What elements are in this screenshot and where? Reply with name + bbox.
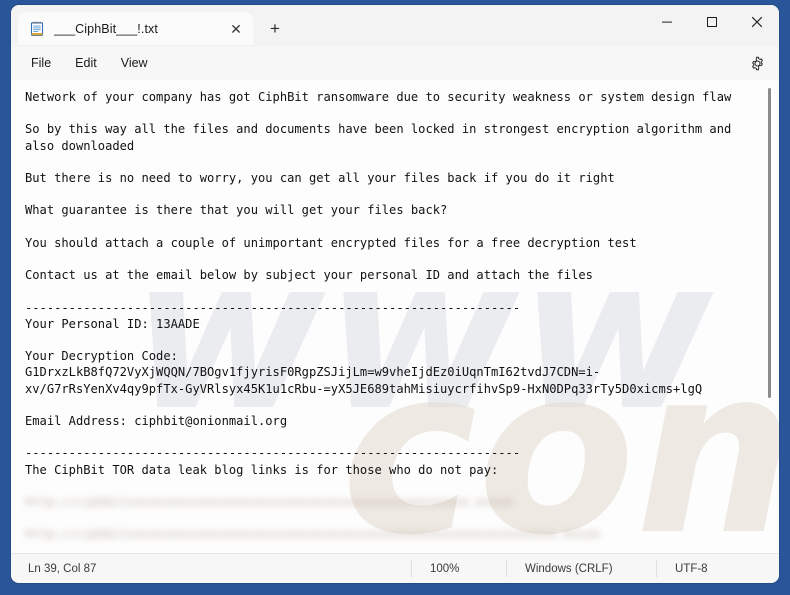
settings-button[interactable] — [744, 51, 770, 76]
menu-item-edit[interactable]: Edit — [63, 51, 109, 76]
text-line: xv/G7rRsYenXv4qy9pfTx-GyVRlsyx45K1u1cRbu… — [25, 381, 703, 396]
text-line — [25, 429, 757, 445]
text-line — [25, 397, 757, 413]
notepad-window: ___CiphBit___!.txt ✕ + File Edit View ww… — [11, 5, 779, 583]
maximize-button[interactable] — [689, 5, 734, 38]
text-line: also downloaded — [25, 138, 135, 153]
editor-area: www com Network of your company has got … — [11, 80, 779, 553]
tab-strip: ___CiphBit___!.txt ✕ + — [11, 5, 644, 46]
text-line: What guarantee is there that you will ge… — [25, 203, 448, 218]
vertical-scrollbar[interactable] — [764, 82, 776, 551]
text-line: ----------------------------------------… — [25, 446, 521, 461]
status-encoding[interactable]: UTF-8 — [656, 560, 766, 577]
text-line — [25, 251, 757, 267]
text-line — [25, 283, 757, 299]
menu-item-file[interactable]: File — [19, 51, 63, 76]
title-bar: ___CiphBit___!.txt ✕ + — [11, 5, 779, 46]
text-line: Your Personal ID: 13AADE — [25, 316, 200, 331]
new-tab-icon[interactable]: + — [259, 12, 291, 44]
text-line — [25, 219, 757, 235]
minimize-icon — [661, 21, 672, 23]
maximize-icon — [706, 16, 717, 27]
close-icon — [751, 16, 762, 27]
text-line: Contact us at the email below by subject… — [25, 268, 593, 283]
text-line: G1DrxzLkB8fQ72VyXjWQQN/7BOgv1fjyrisF0Rgp… — [25, 365, 601, 380]
text-line — [25, 186, 757, 202]
text-line — [25, 154, 757, 170]
notepad-icon — [28, 20, 46, 38]
minimize-button[interactable] — [644, 5, 689, 38]
text-line: So by this way all the files and documen… — [25, 122, 732, 137]
scrollbar-thumb[interactable] — [768, 88, 771, 398]
tab-title: ___CiphBit___!.txt — [54, 22, 158, 36]
tab-ciphbit-txt[interactable]: ___CiphBit___!.txt ✕ — [18, 12, 253, 46]
window-controls — [644, 5, 779, 46]
status-line-ending[interactable]: Windows (CRLF) — [506, 560, 656, 577]
menu-item-view[interactable]: View — [109, 51, 160, 76]
text-line — [25, 105, 757, 121]
text-line: Email Address: ciphbit@onionmail.org — [25, 414, 288, 429]
text-content[interactable]: Network of your company has got CiphBit … — [11, 80, 779, 553]
status-zoom-level[interactable]: 100% — [411, 560, 506, 577]
text-line — [25, 332, 757, 348]
close-tab-icon[interactable]: ✕ — [223, 16, 249, 42]
text-line — [25, 478, 757, 494]
text-line: ----------------------------------------… — [25, 300, 521, 315]
text-line: http://ciphbitxxxxxxxxxxxxxxxxxxxxxxxxxx… — [25, 527, 601, 542]
text-line: The CiphBit TOR data leak blog links is … — [25, 462, 499, 477]
status-bar: Ln 39, Col 87 100% Windows (CRLF) UTF-8 — [11, 553, 779, 583]
desktop-background: ___CiphBit___!.txt ✕ + File Edit View ww… — [0, 0, 790, 595]
text-line — [25, 510, 757, 526]
menu-bar: File Edit View — [11, 46, 779, 80]
status-cursor-position: Ln 39, Col 87 — [28, 562, 97, 575]
gear-icon — [751, 56, 763, 71]
text-line: http://ciphbitxxxxxxxxxxxxxxxxxxxxxxxxxx… — [25, 495, 513, 510]
text-line: Network of your company has got CiphBit … — [25, 90, 732, 104]
text-line: But there is no need to worry, you can g… — [25, 171, 615, 186]
text-line: You should attach a couple of unimportan… — [25, 235, 637, 250]
text-line: Your Decryption Code: — [25, 349, 178, 364]
close-window-button[interactable] — [734, 5, 779, 38]
